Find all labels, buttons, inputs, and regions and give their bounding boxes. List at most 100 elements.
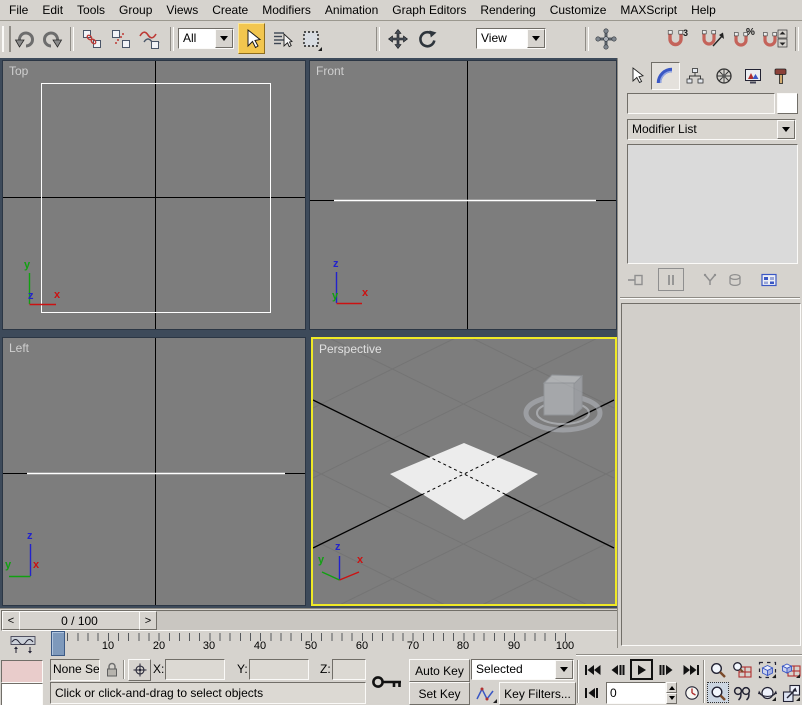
set-keys-button[interactable] xyxy=(366,659,410,705)
key-filters-button[interactable]: Key Filters... xyxy=(499,682,576,705)
arc-rotate-button[interactable] xyxy=(756,682,778,703)
menu-rendering[interactable]: Rendering xyxy=(473,1,542,19)
menu-tools[interactable]: Tools xyxy=(70,1,112,19)
rectangular-selection-region-button[interactable] xyxy=(297,24,324,53)
viewport-perspective[interactable]: Perspective z y x xyxy=(311,337,617,606)
menu-animation[interactable]: Animation xyxy=(318,1,385,19)
toolbar-grab-handle[interactable] xyxy=(2,26,11,52)
next-frame-button[interactable] xyxy=(655,659,678,680)
object-name-field[interactable] xyxy=(627,93,775,114)
menu-customize[interactable]: Customize xyxy=(543,1,614,19)
percent-snap-toggle-button[interactable]: % xyxy=(730,24,758,53)
absolute-offset-toggle-button[interactable] xyxy=(128,659,151,681)
spinner-down-icon[interactable] xyxy=(666,693,677,704)
reference-coordinate-dropdown[interactable]: View xyxy=(476,28,546,49)
bind-to-space-warp-button[interactable] xyxy=(136,24,164,53)
show-end-result-button[interactable] xyxy=(658,268,684,291)
select-by-name-button[interactable] xyxy=(268,24,295,53)
play-button[interactable] xyxy=(630,659,653,680)
zoom-all-button[interactable] xyxy=(731,659,753,680)
menu-graph-editors[interactable]: Graph Editors xyxy=(385,1,473,19)
redo-button[interactable] xyxy=(39,24,65,53)
snap-toggle-button[interactable]: 3 xyxy=(661,24,692,53)
viewport-left[interactable]: Left z y x xyxy=(2,337,306,606)
spinner-up-icon[interactable] xyxy=(666,682,677,693)
menu-edit[interactable]: Edit xyxy=(35,1,70,19)
menu-group[interactable]: Group xyxy=(112,1,159,19)
modifier-list-dropdown[interactable]: Modifier List xyxy=(627,119,796,140)
current-frame-field[interactable]: 0 xyxy=(606,682,666,704)
viewport-front[interactable]: Front z y x xyxy=(309,60,617,330)
dropdown-arrow-icon[interactable] xyxy=(777,120,795,139)
set-key-button[interactable]: Set Key xyxy=(409,682,470,705)
unlink-selection-button[interactable] xyxy=(107,24,134,53)
viewport-top[interactable]: Top y z x xyxy=(2,60,306,330)
plane-object[interactable] xyxy=(390,443,538,520)
viewport-front-label[interactable]: Front xyxy=(316,64,344,78)
z-coordinate-field[interactable] xyxy=(332,659,366,680)
key-mode-toggle-button[interactable] xyxy=(581,682,602,703)
select-and-rotate-button[interactable] xyxy=(413,24,440,53)
go-to-start-button[interactable] xyxy=(581,659,604,680)
rollout-area[interactable] xyxy=(621,303,801,646)
viewport-left-label[interactable]: Left xyxy=(9,341,29,355)
dropdown-arrow-icon[interactable] xyxy=(527,29,545,48)
zoom-button[interactable] xyxy=(707,659,729,680)
menu-file[interactable]: File xyxy=(2,1,35,19)
go-to-end-button[interactable] xyxy=(680,659,703,680)
min-max-toggle-icon xyxy=(782,684,801,702)
select-object-button[interactable] xyxy=(238,23,265,54)
angle-snap-toggle-button[interactable] xyxy=(696,24,727,53)
configure-modifier-sets-button[interactable] xyxy=(756,268,782,291)
previous-frame-button[interactable] xyxy=(606,659,629,680)
viewport-top-label[interactable]: Top xyxy=(9,64,28,78)
min-max-toggle-button[interactable] xyxy=(780,682,802,703)
time-slider-next-button[interactable]: > xyxy=(139,611,157,630)
maxscript-mini-listener-macro[interactable] xyxy=(1,660,43,683)
selection-filter-dropdown[interactable]: All xyxy=(178,28,234,49)
time-configuration-button[interactable] xyxy=(681,682,702,703)
spinner-snap-toggle-button[interactable] xyxy=(758,24,790,53)
undo-button[interactable] xyxy=(12,24,38,53)
tab-display[interactable] xyxy=(738,62,767,90)
tab-hierarchy[interactable] xyxy=(680,62,709,90)
y-coordinate-field[interactable] xyxy=(249,659,309,680)
viewport-perspective-label[interactable]: Perspective xyxy=(319,342,382,356)
time-slider-handle[interactable] xyxy=(51,631,65,656)
pin-stack-button[interactable] xyxy=(623,268,649,291)
open-mini-curve-editor-button[interactable] xyxy=(3,632,42,657)
menu-views[interactable]: Views xyxy=(159,1,205,19)
zoom-extents-button[interactable] xyxy=(756,659,778,680)
tab-motion[interactable] xyxy=(709,62,738,90)
maxscript-mini-listener[interactable] xyxy=(1,683,43,705)
dropdown-arrow-icon[interactable] xyxy=(555,660,573,679)
selection-lock-button[interactable] xyxy=(101,659,122,681)
menu-create[interactable]: Create xyxy=(205,1,255,19)
zoom-extents-all-button[interactable] xyxy=(780,659,802,680)
x-coordinate-field[interactable] xyxy=(165,659,225,680)
menu-maxscript[interactable]: MAXScript xyxy=(613,1,684,19)
tab-utilities[interactable] xyxy=(767,62,796,90)
default-in-out-tangents-button[interactable] xyxy=(471,682,499,705)
tab-create[interactable] xyxy=(622,62,651,90)
time-slider-button[interactable]: 0 / 100 xyxy=(19,611,140,630)
tab-modify[interactable] xyxy=(651,62,680,90)
select-and-link-button[interactable] xyxy=(78,24,105,53)
region-zoom-button[interactable] xyxy=(707,682,729,703)
select-and-move-button[interactable] xyxy=(384,24,411,53)
object-color-swatch[interactable] xyxy=(777,93,798,114)
track-bar[interactable]: 0 10 20 30 40 50 60 70 80 90 100 xyxy=(0,630,618,657)
remove-modifier-button[interactable] xyxy=(722,268,748,291)
menu-help[interactable]: Help xyxy=(684,1,723,19)
frame-spinner[interactable] xyxy=(666,682,677,702)
menu-modifiers[interactable]: Modifiers xyxy=(255,1,318,19)
select-and-manipulate-button[interactable] xyxy=(592,24,620,53)
pan-view-button[interactable] xyxy=(731,682,753,703)
make-unique-button[interactable] xyxy=(697,268,723,291)
dropdown-arrow-icon[interactable] xyxy=(215,29,233,48)
select-and-manipulate-icon xyxy=(595,28,617,50)
modifier-stack-list[interactable] xyxy=(627,144,798,264)
time-slider-prev-button[interactable]: < xyxy=(2,611,20,630)
auto-key-button[interactable]: Auto Key xyxy=(409,659,470,682)
key-mode-dropdown[interactable]: Selected xyxy=(471,659,574,680)
